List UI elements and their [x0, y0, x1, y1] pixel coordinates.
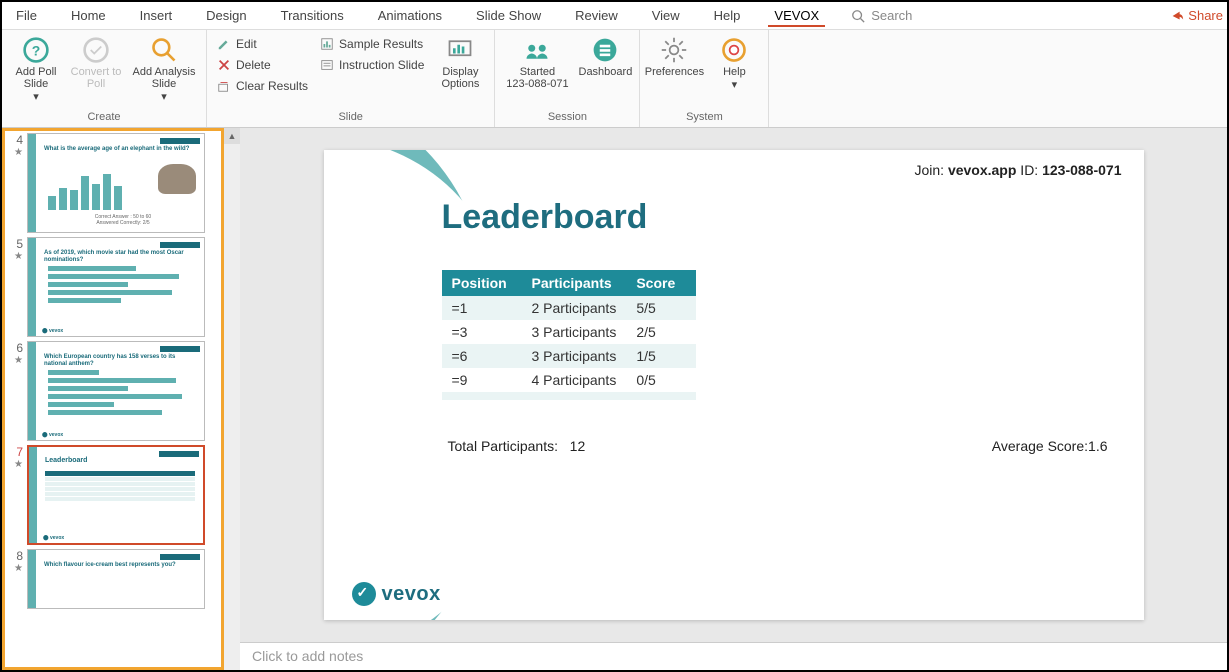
ribbon-group-create: ? Add Poll Slide ▾ Convert to Poll Add A… [2, 30, 207, 127]
clear-icon [217, 79, 231, 93]
elephant-image [158, 164, 196, 194]
th-score: Score [626, 270, 696, 296]
dashboard-label: Dashboard [579, 66, 633, 78]
slide-area: Join: vevox.app ID: 123-088-071 Leaderbo… [240, 128, 1227, 670]
share-icon [1170, 9, 1184, 23]
analysis-icon [150, 36, 178, 64]
clear-results-button[interactable]: Clear Results [213, 76, 312, 96]
add-poll-slide-button[interactable]: ? Add Poll Slide ▾ [8, 34, 64, 103]
sample-results-button[interactable]: Sample Results [316, 34, 428, 54]
display-icon [446, 36, 474, 64]
add-analysis-slide-button[interactable]: Add Analysis Slide ▾ [128, 34, 200, 103]
main-area: 4★ What is the average age of an elephan… [2, 128, 1227, 670]
thumbnail-list: 4★ What is the average age of an elephan… [2, 128, 224, 670]
thumbnail-scrollbar[interactable]: ▲ [224, 128, 240, 670]
thumbnail-5[interactable]: 5★ As of 2019, which movie star had the … [7, 237, 219, 337]
share-button[interactable]: Share [1170, 8, 1223, 23]
thumbnail-7[interactable]: 7★ Leaderboard ⬤ vevox [7, 445, 219, 545]
ribbon-group-slide: Edit Delete Clear Results Sample Results… [207, 30, 495, 127]
search-box[interactable]: Search [851, 8, 912, 23]
started-label: Started [520, 66, 555, 78]
menu-review[interactable]: Review [569, 4, 624, 27]
session-icon [523, 36, 551, 64]
preferences-button[interactable]: Preferences [646, 34, 702, 78]
notes-pane[interactable]: Click to add notes [240, 642, 1227, 670]
menu-view[interactable]: View [646, 4, 686, 27]
gear-icon [660, 36, 688, 64]
search-label: Search [871, 8, 912, 23]
th-position: Position [442, 270, 522, 296]
table-row: =94 Participants0/5 [442, 368, 697, 392]
slide-title: Leaderboard [442, 198, 648, 237]
ribbon-group-session: Started 123-088-071 Dashboard Session [495, 30, 640, 127]
menu-vevox[interactable]: VEVOX [768, 4, 825, 27]
menu-home[interactable]: Home [65, 4, 112, 27]
group-label-create: Create [8, 109, 200, 125]
display-label: Display Options [432, 66, 488, 90]
thumbnail-4[interactable]: 4★ What is the average age of an elephan… [7, 133, 219, 233]
group-label-session: Session [501, 109, 633, 125]
logo-icon [352, 582, 376, 606]
session-started-button[interactable]: Started 123-088-071 [501, 34, 573, 90]
menu-file[interactable]: File [10, 4, 43, 27]
table-row: =33 Participants2/5 [442, 320, 697, 344]
sample-icon [320, 37, 334, 51]
thumbnail-6[interactable]: 6★ Which European country has 158 verses… [7, 341, 219, 441]
menu-slideshow[interactable]: Slide Show [470, 4, 547, 27]
dashboard-button[interactable]: Dashboard [577, 34, 633, 78]
group-label-system: System [646, 109, 762, 125]
leaderboard-table: Position Participants Score =12 Particip… [442, 270, 697, 400]
svg-text:?: ? [32, 42, 41, 58]
table-row: =63 Participants1/5 [442, 344, 697, 368]
th-participants: Participants [522, 270, 627, 296]
menu-design[interactable]: Design [200, 4, 252, 27]
delete-button[interactable]: Delete [213, 55, 312, 75]
help-button[interactable]: Help ▾ [706, 34, 762, 91]
menu-bar: File Home Insert Design Transitions Anim… [2, 2, 1227, 30]
search-icon [851, 9, 865, 23]
join-info: Join: vevox.app ID: 123-088-071 [914, 162, 1121, 178]
edit-button[interactable]: Edit [213, 34, 312, 54]
session-id-label: 123-088-071 [506, 78, 568, 90]
scroll-up-icon[interactable]: ▲ [224, 128, 240, 144]
thumbnail-panel: 4★ What is the average age of an elephan… [2, 128, 240, 670]
instruction-slide-button[interactable]: Instruction Slide [316, 55, 428, 75]
convert-icon [82, 36, 110, 64]
summary-row: Total Participants: 12 Average Score:1.6 [448, 438, 1108, 454]
vevox-logo: vevox [352, 582, 441, 606]
menu-transitions[interactable]: Transitions [275, 4, 350, 27]
share-label: Share [1188, 8, 1223, 23]
dashboard-icon [591, 36, 619, 64]
instruction-icon [320, 58, 334, 72]
ribbon-group-system: Preferences Help ▾ System [640, 30, 769, 127]
table-row: =12 Participants5/5 [442, 296, 697, 320]
prefs-label: Preferences [645, 66, 704, 78]
ribbon: ? Add Poll Slide ▾ Convert to Poll Add A… [2, 30, 1227, 128]
slide-canvas[interactable]: Join: vevox.app ID: 123-088-071 Leaderbo… [324, 150, 1144, 620]
convert-label: Convert to Poll [68, 66, 124, 90]
menu-insert[interactable]: Insert [134, 4, 179, 27]
group-label-slide: Slide [213, 109, 488, 125]
thumbnail-8[interactable]: 8★ Which flavour ice-cream best represen… [7, 549, 219, 609]
add-poll-label: Add Poll Slide [8, 66, 64, 90]
display-options-button[interactable]: Display Options [432, 34, 488, 90]
table-row [442, 392, 697, 400]
help-label: Help [723, 66, 746, 78]
menu-animations[interactable]: Animations [372, 4, 448, 27]
help-icon [720, 36, 748, 64]
delete-icon [217, 58, 231, 72]
poll-icon: ? [22, 36, 50, 64]
edit-icon [217, 37, 231, 51]
menu-help[interactable]: Help [708, 4, 747, 27]
analysis-label: Add Analysis Slide [128, 66, 200, 90]
convert-to-poll-button: Convert to Poll [68, 34, 124, 90]
